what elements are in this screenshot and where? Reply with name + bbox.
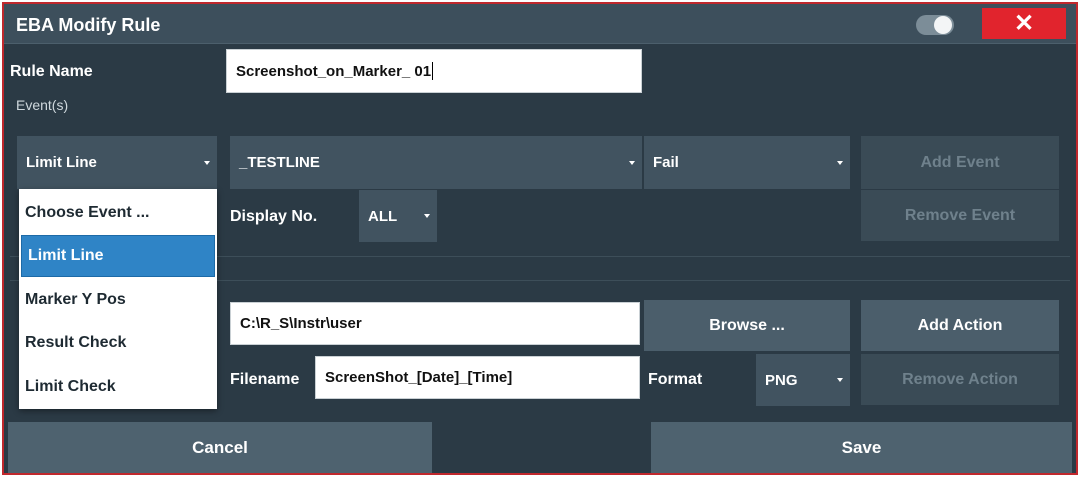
rule-name-label: Rule Name <box>10 63 93 80</box>
display-no-dropdown[interactable]: ALL <box>359 190 437 242</box>
toggle-knob <box>934 16 952 34</box>
close-button[interactable]: ✕ <box>982 8 1066 39</box>
remove-action-button[interactable]: Remove Action <box>861 354 1059 405</box>
display-no-label: Display No. <box>230 208 318 225</box>
event-type-menu: Choose Event ... Limit Line Marker Y Pos… <box>19 189 217 409</box>
display-no-value: ALL <box>368 207 398 225</box>
add-event-button[interactable]: Add Event <box>861 136 1059 189</box>
chevron-down-icon <box>424 214 430 218</box>
menu-item-marker-y-pos[interactable]: Marker Y Pos <box>19 279 217 321</box>
title-bar: EBA Modify Rule ✕ <box>4 4 1076 44</box>
chevron-down-icon <box>204 160 210 165</box>
browse-button[interactable]: Browse ... <box>644 300 850 351</box>
add-action-button[interactable]: Add Action <box>861 300 1059 351</box>
menu-item-result-check[interactable]: Result Check <box>19 322 217 364</box>
condition-value: Fail <box>653 154 679 171</box>
menu-item-limit-check[interactable]: Limit Check <box>19 366 217 408</box>
directory-path-input[interactable]: C:\R_S\Instr\user <box>230 302 640 345</box>
event-type-dropdown[interactable]: Limit Line <box>17 136 217 189</box>
rule-name-input[interactable]: Screenshot_on_Marker_ 01 <box>226 49 642 93</box>
format-dropdown[interactable]: PNG <box>756 354 850 406</box>
condition-dropdown[interactable]: Fail <box>644 136 850 189</box>
chevron-down-icon <box>837 378 843 382</box>
limit-line-value: _TESTLINE <box>239 154 320 171</box>
toggle-switch[interactable] <box>916 15 954 35</box>
save-button[interactable]: Save <box>651 422 1072 473</box>
remove-event-button[interactable]: Remove Event <box>861 190 1059 241</box>
text-cursor <box>432 62 434 80</box>
chevron-down-icon <box>629 160 635 165</box>
dialog-title: EBA Modify Rule <box>16 15 161 35</box>
directory-path-value: C:\R_S\Instr\user <box>240 315 362 332</box>
rule-name-value: Screenshot_on_Marker_ 01 <box>236 62 432 80</box>
events-section-label: Event(s) <box>16 97 69 113</box>
format-label: Format <box>648 371 703 388</box>
cancel-button[interactable]: Cancel <box>8 422 432 473</box>
filename-label: Filename <box>230 371 300 388</box>
filename-input[interactable]: ScreenShot_[Date]_[Time] <box>315 356 640 399</box>
close-icon: ✕ <box>1013 10 1035 37</box>
format-value: PNG <box>765 371 798 389</box>
menu-item-choose-event[interactable]: Choose Event ... <box>19 192 217 234</box>
filename-value: ScreenShot_[Date]_[Time] <box>325 369 513 386</box>
chevron-down-icon <box>837 160 843 165</box>
menu-item-limit-line[interactable]: Limit Line <box>21 235 215 277</box>
limit-line-dropdown[interactable]: _TESTLINE <box>230 136 642 189</box>
eba-modify-rule-dialog: EBA Modify Rule ✕ Rule Name Screenshot_o… <box>2 2 1078 475</box>
event-type-value: Limit Line <box>26 154 97 171</box>
